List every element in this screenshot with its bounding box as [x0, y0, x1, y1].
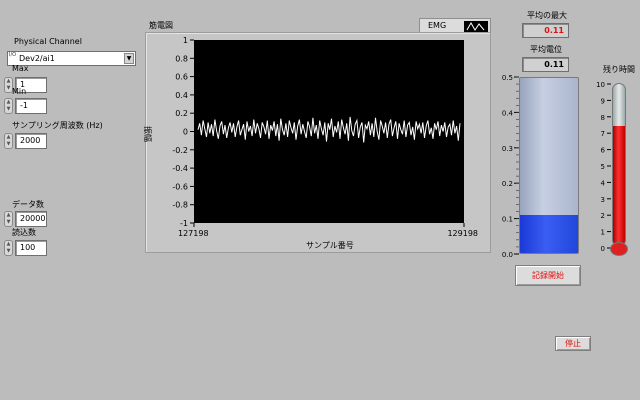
stop-button[interactable]: 停止: [555, 336, 591, 351]
tank-tick-label: 0.4: [502, 109, 514, 117]
avg-potential-label: 平均電位: [530, 45, 562, 54]
chart-ylabel: 振幅: [143, 126, 152, 142]
chart-xlabel: サンプル番号: [306, 241, 354, 250]
min-input[interactable]: -1: [15, 98, 47, 114]
data-count-increment-icon[interactable]: ▲ ▼: [4, 211, 13, 227]
thermo-tick-label: 6: [601, 147, 606, 155]
avg-max-label: 平均の最大: [527, 11, 567, 20]
sample-rate-label: サンプリング周波数 (Hz): [12, 121, 103, 130]
thermo-tick-label: 0: [601, 245, 605, 253]
tank-tick-label: 0.3: [502, 145, 513, 153]
avg-potential-indicator: 0.11: [522, 57, 569, 72]
y-tick-label: -0.6: [172, 182, 188, 191]
thermo-tick-label: 2: [601, 212, 605, 220]
avg-max-indicator: 0.11: [522, 23, 569, 38]
data-count-label: データ数: [12, 200, 44, 209]
chart-title: 筋電図: [149, 21, 173, 30]
min-increment-icon[interactable]: ▲ ▼: [4, 98, 13, 114]
y-tick-label: 0.6: [175, 73, 188, 82]
y-tick-label: -0.8: [172, 201, 188, 210]
thermometer-scale: 109876543210: [596, 81, 611, 253]
tank-scale: 0.5 0.4 0.3 0.2 0.1 0.0: [502, 74, 519, 259]
physical-channel-label: Physical Channel: [14, 37, 82, 46]
thermometer-bulb: [610, 242, 628, 256]
tank-tick-label: 0.2: [502, 180, 513, 188]
y-tick-label: -1: [180, 219, 188, 228]
legend-series-name: EMG: [428, 21, 447, 30]
thermo-tick-label: 10: [596, 81, 605, 89]
y-tick-label: 0: [183, 128, 188, 137]
tank-tick-label: 0.5: [502, 74, 513, 82]
sample-rate-input[interactable]: 2000: [15, 133, 47, 149]
x-tick-label: 127198: [178, 229, 209, 238]
thermo-tick-label: 3: [601, 196, 605, 204]
thermo-tick-label: 7: [601, 130, 605, 138]
thermo-tick-label: 8: [601, 114, 605, 122]
avg-potential-tank: [519, 77, 579, 254]
read-count-input[interactable]: 100: [15, 240, 47, 256]
record-start-button[interactable]: 記録開始: [515, 265, 581, 286]
thermo-tick-label: 1: [601, 229, 605, 237]
tank-fill: [520, 214, 578, 253]
dropdown-arrow-icon[interactable]: ▼: [124, 53, 134, 64]
y-tick-label: -0.4: [172, 164, 188, 173]
min-label: Min: [12, 87, 27, 96]
thermo-tick-label: 4: [601, 179, 606, 187]
emg-series-line: [197, 116, 461, 143]
emg-chart: 1 0.8 0.6 0.4 0.2 0 -0.2 -0.4 -0.6 -0.8 -1127198 12…: [172, 36, 478, 238]
y-tick-label: 0.4: [175, 91, 188, 100]
legend-swatch-icon: [464, 21, 488, 32]
y-tick-label: 0.2: [175, 109, 188, 118]
thermo-tick-label: 5: [601, 163, 605, 171]
io-tag: I/O: [9, 52, 17, 58]
remaining-time-thermometer: [612, 83, 626, 247]
tank-tick-label: 0.1: [502, 216, 513, 224]
y-tick-label: 1: [183, 36, 188, 45]
data-count-input[interactable]: 20000: [15, 211, 47, 227]
read-count-label: 読込数: [12, 228, 36, 237]
y-tick-label: 0.8: [175, 54, 188, 63]
remaining-time-label: 残り時間: [603, 65, 635, 74]
y-tick-label: -0.2: [172, 146, 188, 155]
thermometer-fill: [613, 126, 625, 246]
max-label: Max: [12, 64, 29, 73]
thermo-tick-label: 9: [601, 97, 605, 105]
x-tick-label: 129198: [447, 229, 478, 238]
tank-tick-label: 0.0: [502, 251, 513, 259]
sample-rate-increment-icon[interactable]: ▲ ▼: [4, 133, 13, 149]
read-count-increment-icon[interactable]: ▲ ▼: [4, 240, 13, 256]
